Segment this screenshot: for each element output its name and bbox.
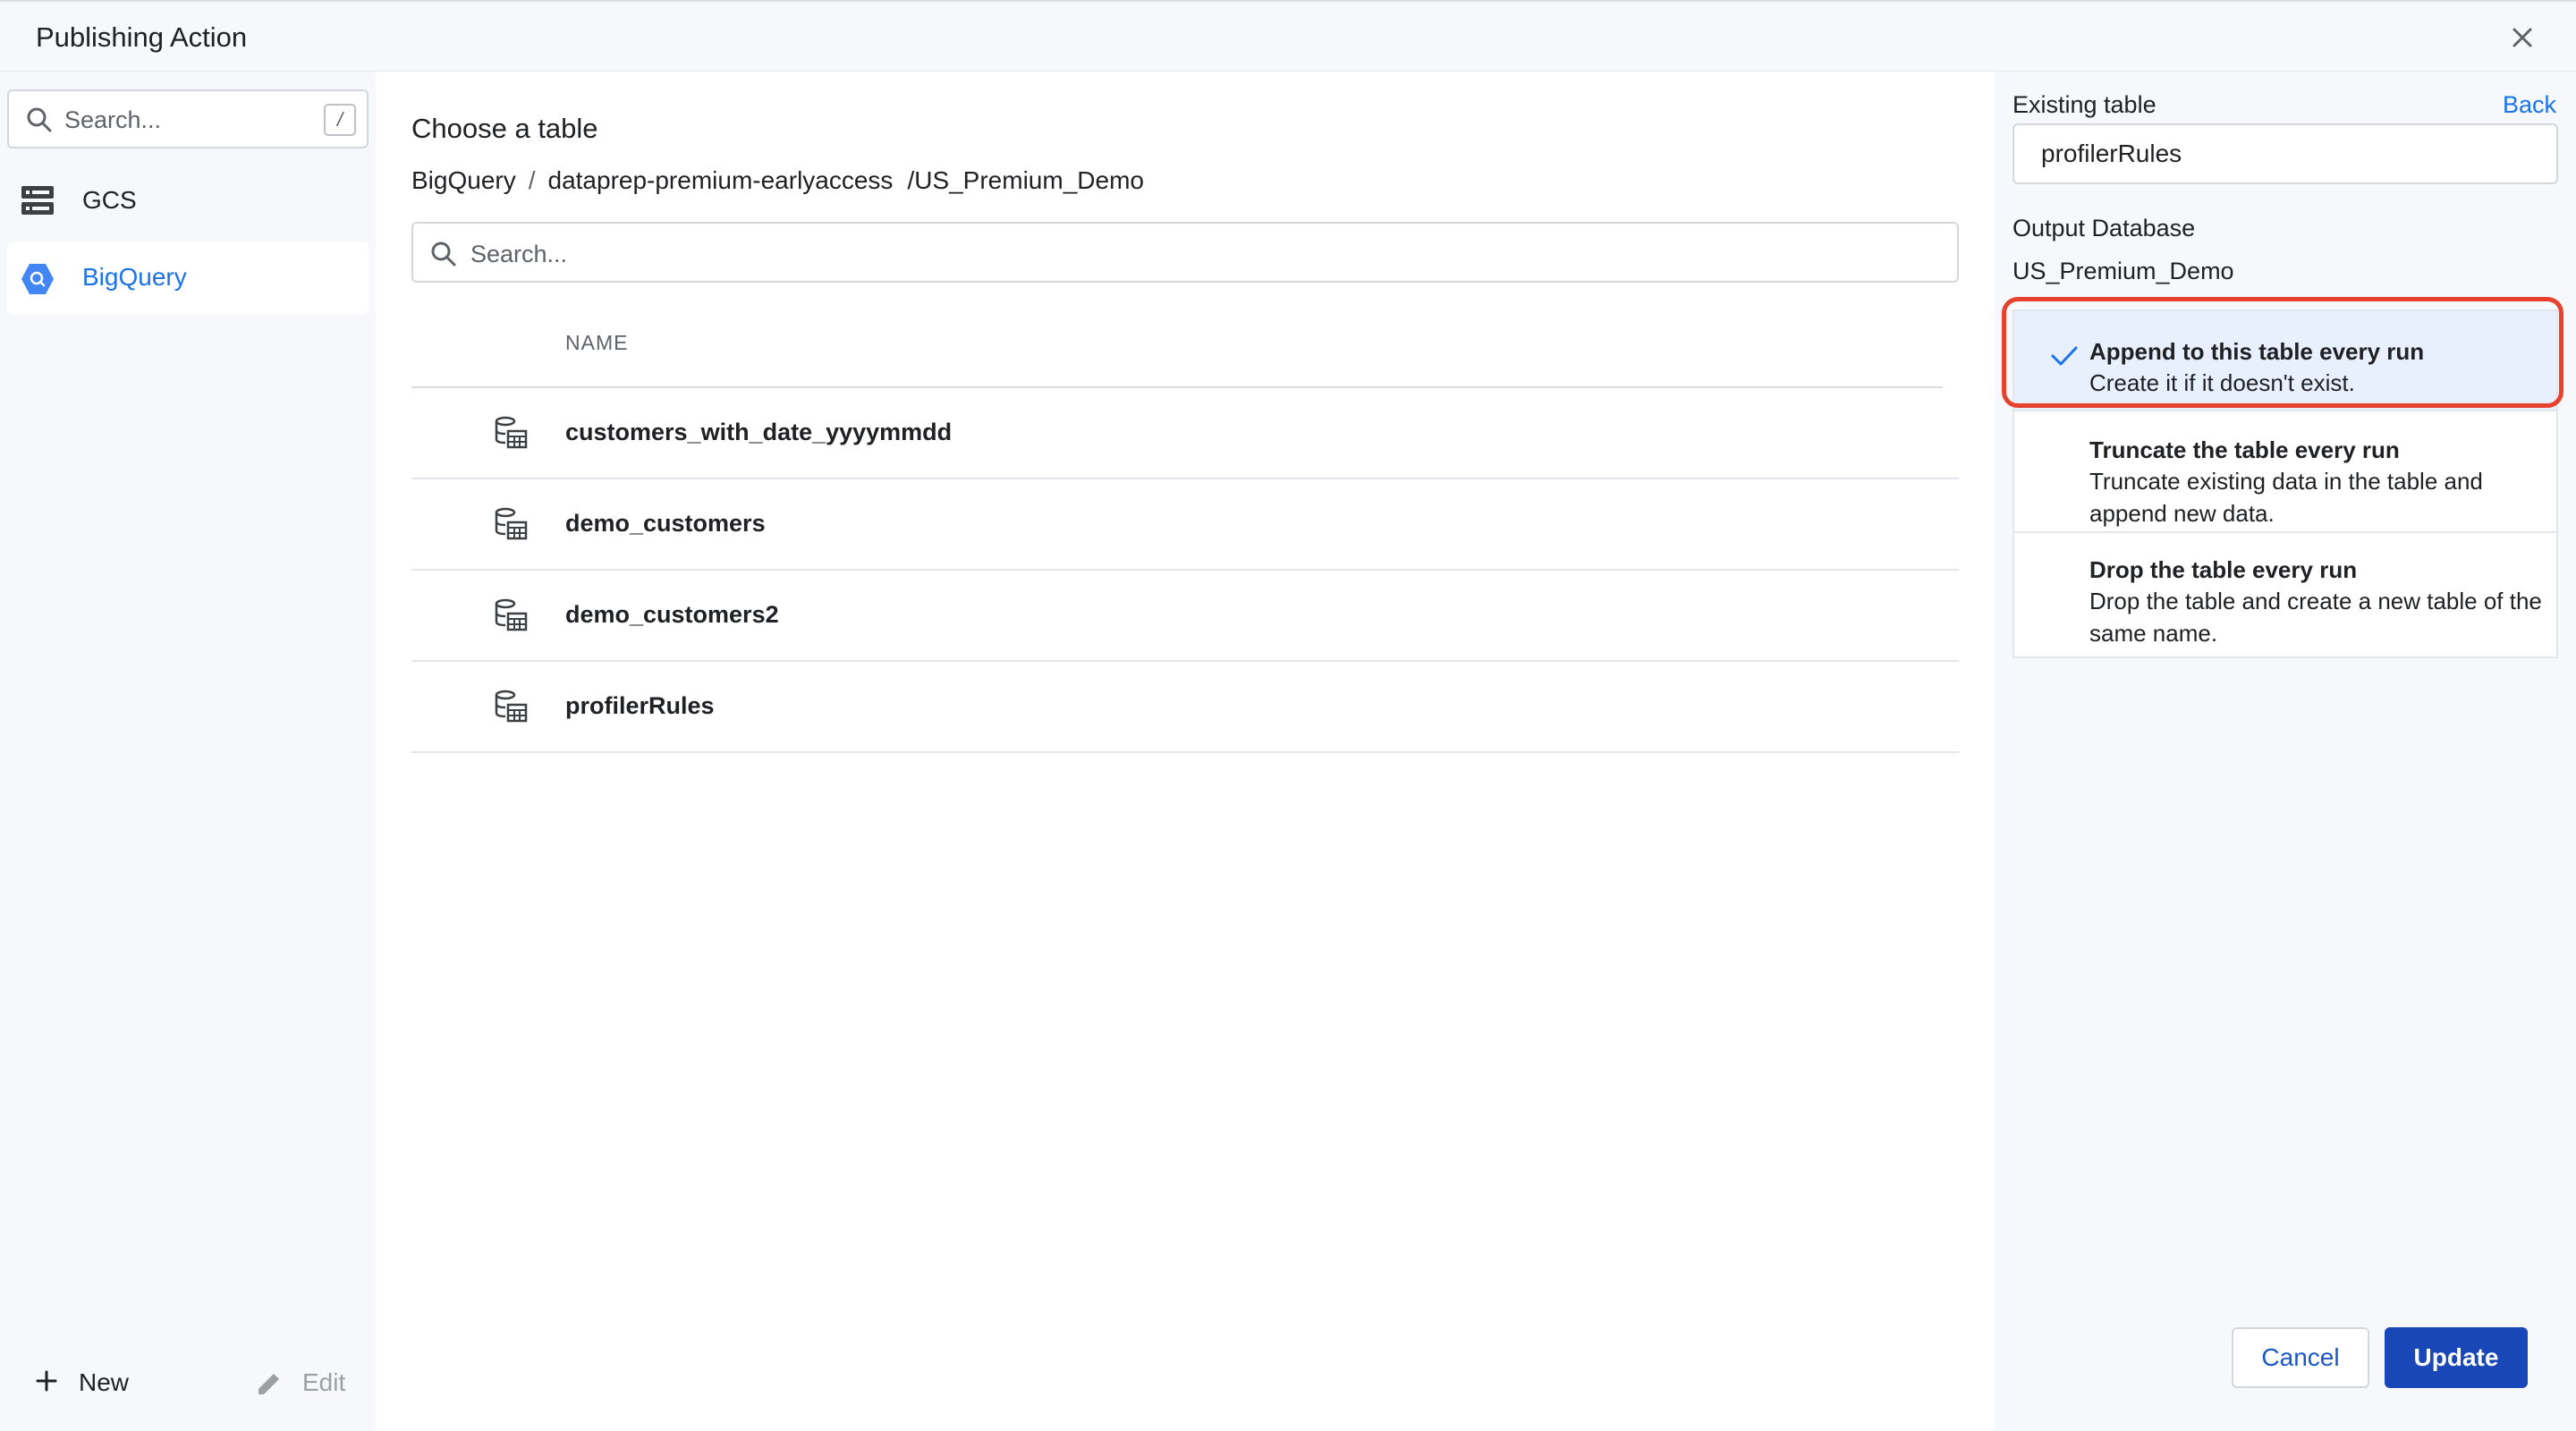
new-label: New (79, 1368, 130, 1396)
table-search[interactable] (411, 222, 1959, 283)
cancel-button[interactable]: Cancel (2232, 1327, 2369, 1388)
table-icon (495, 598, 528, 631)
breadcrumb-separator: / (528, 166, 536, 194)
sidebar-search-input[interactable] (64, 102, 297, 138)
sidebar-item-label: BigQuery (82, 263, 187, 291)
breadcrumb: BigQuery / dataprep-premium-earlyaccess/US… (411, 166, 1144, 195)
close-icon (2512, 28, 2532, 47)
pencil-icon (258, 1374, 279, 1394)
option-truncate[interactable]: Truncate the table every run Truncate ex… (2014, 410, 2556, 529)
dialog-header: Publishing Action (0, 0, 2576, 72)
table-row[interactable]: demo_customers2 (411, 571, 1959, 662)
edit-connection-button[interactable]: Edit (254, 1359, 361, 1404)
sidebar-item-gcs[interactable]: GCS (7, 165, 369, 238)
output-database-value: US_Premium_Demo (2012, 258, 2234, 284)
sidebar-search[interactable]: / (7, 89, 369, 148)
option-title: Drop the table every run (2089, 556, 2358, 583)
option-description: Create it if it doesn't exist. (2089, 369, 2355, 396)
table-chooser: Choose a table BigQuery / dataprep-premium… (376, 72, 1995, 1431)
table-icon (495, 507, 528, 540)
table-name: profilerRules (565, 692, 715, 719)
check-icon (2051, 346, 2078, 366)
table-name: demo_customers2 (565, 601, 779, 628)
table-search-input[interactable] (470, 236, 1902, 272)
back-link[interactable]: Back (2503, 91, 2556, 119)
option-title: Append to this table every run (2089, 338, 2425, 365)
name-column-header[interactable]: NAME (565, 331, 628, 355)
dialog-title: Publishing Action (36, 21, 248, 53)
table-icon (495, 690, 528, 723)
search-icon (431, 241, 456, 267)
option-drop[interactable]: Drop the table every run Drop the table … (2014, 531, 2556, 656)
sidebar-item-label: GCS (82, 186, 137, 214)
storage-icon (21, 186, 54, 215)
table-name: customers_with_date_yyyymmdd (565, 419, 953, 445)
existing-table-label: Existing table (2012, 91, 2157, 118)
sidebar-item-bigquery[interactable]: BigQuery (7, 241, 369, 315)
existing-table-field[interactable]: profilerRules (2012, 123, 2558, 184)
breadcrumb-item[interactable]: BigQuery (411, 166, 516, 194)
page-title: Choose a table (411, 113, 598, 144)
publish-mode-options: Append to this table every run Create it… (2002, 297, 2563, 658)
close-button[interactable] (2504, 20, 2540, 55)
option-title: Truncate the table every run (2089, 436, 2400, 463)
breadcrumb-item[interactable]: dataprep-premium-earlyaccess (548, 166, 894, 194)
publish-options-panel: Existing table Back profilerRules Output… (1995, 72, 2576, 1431)
option-description: Drop the table and create a new table of… (2089, 588, 2542, 647)
edit-label: Edit (302, 1368, 346, 1396)
table-icon (495, 416, 528, 449)
table-name: demo_customers (565, 510, 766, 537)
connection-sidebar: / GCS BigQuery New Edit (0, 72, 376, 1431)
search-shortcut-badge: / (324, 104, 356, 136)
bigquery-icon (21, 264, 54, 294)
option-append[interactable]: Append to this table every run Create it… (2014, 311, 2556, 410)
breadcrumb-item[interactable]: /US_Premium_Demo (907, 166, 1144, 194)
table-row[interactable]: customers_with_date_yyyymmdd (411, 388, 1959, 479)
table-row[interactable]: profilerRules (411, 662, 1959, 753)
update-button[interactable]: Update (2385, 1327, 2528, 1388)
search-icon (27, 107, 52, 132)
table-row[interactable]: demo_customers (411, 479, 1959, 571)
option-description: Truncate existing data in the table and … (2089, 468, 2483, 527)
plus-icon (36, 1370, 57, 1392)
output-database-label: Output Database (2012, 215, 2196, 241)
